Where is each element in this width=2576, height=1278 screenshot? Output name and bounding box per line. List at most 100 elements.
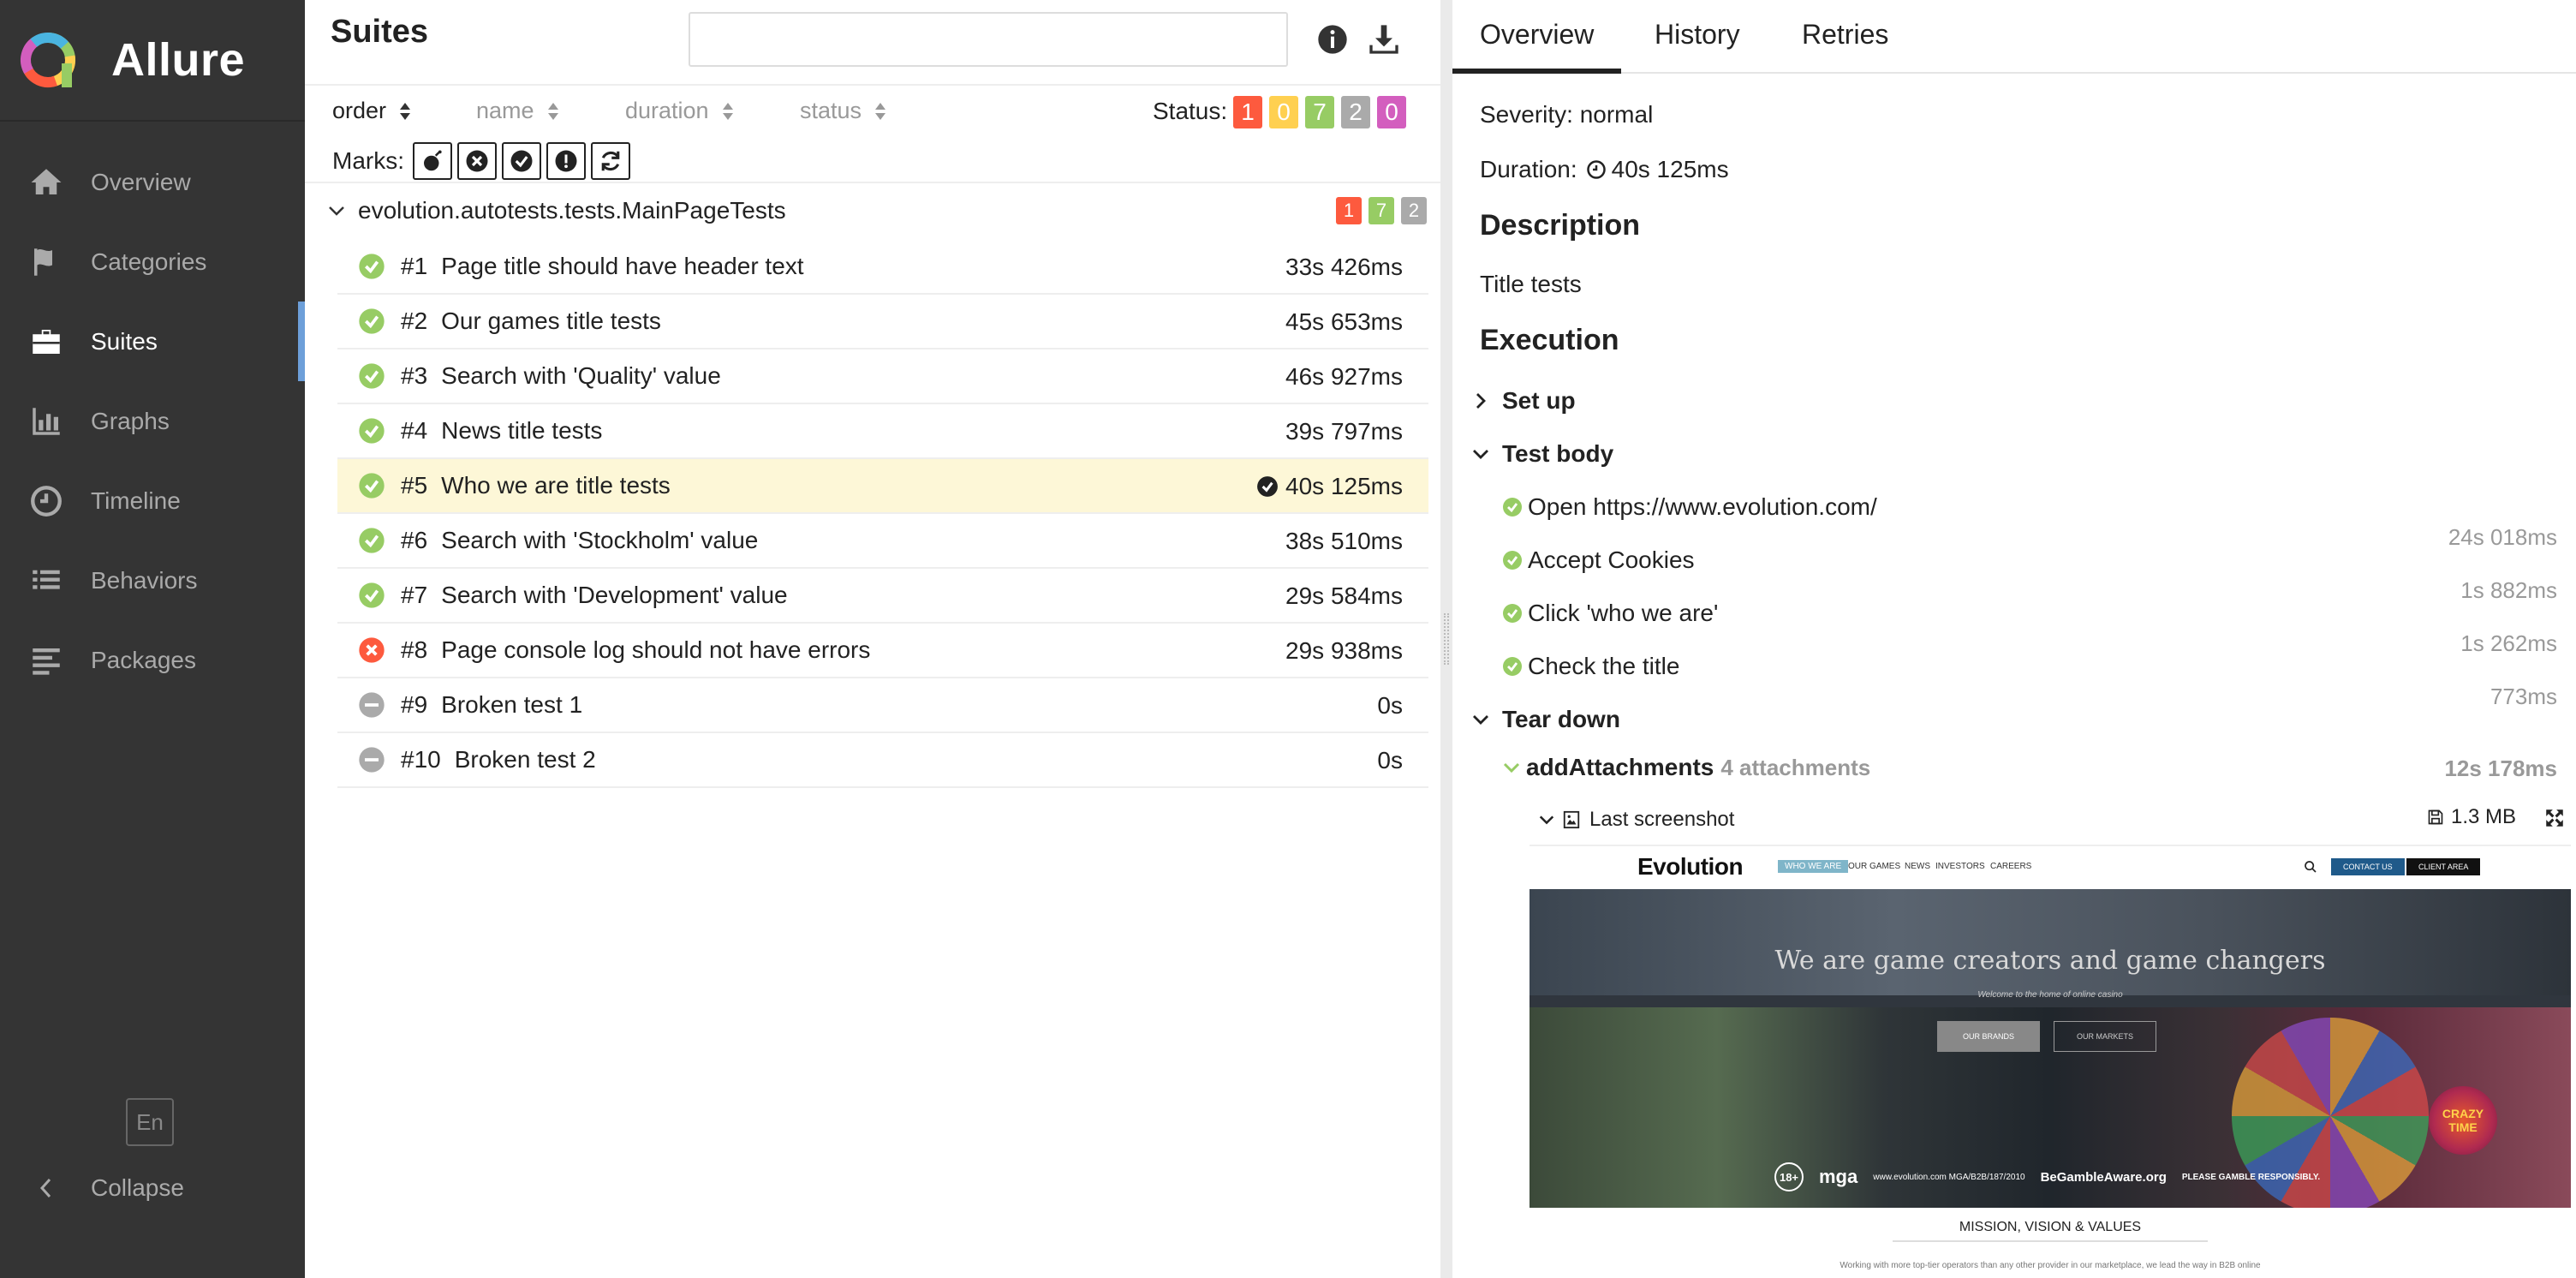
embedded-nav-link: INVESTORS [1935,862,1985,871]
test-name: Search with 'Quality' value [441,362,721,389]
sort-arrows-icon [722,102,733,120]
test-row[interactable]: #9 Broken test 1 0s [337,678,1428,733]
brand[interactable]: Allure [0,0,305,122]
embedded-badges: 18+ mga www.evolution.com MGA/B2B/187/20… [1774,1160,2335,1194]
status-failed-toggle[interactable]: 1 [1233,96,1262,128]
test-number: #10 [401,746,441,773]
test-row[interactable]: #6 Search with 'Stockholm' value 38s 510… [337,514,1428,569]
description-heading: Description [1480,209,1641,242]
status-skipped-toggle[interactable]: 2 [1341,96,1370,128]
test-row[interactable]: #10 Broken test 2 0s [337,733,1428,788]
sort-status[interactable]: status [800,98,887,124]
description-text: Title tests [1480,271,1582,297]
embedded-client-button: CLIENT AREA [2406,858,2481,875]
sidebar-item-timeline[interactable]: Timeline [0,461,305,540]
test-number: #4 [401,417,428,444]
tab-retries[interactable]: Retries [1802,19,1888,51]
step-row[interactable]: Open https://www.evolution.com/ [1502,493,1877,521]
suite-name: evolution.autotests.tests.MainPageTests [358,197,786,224]
embedded-site-nav: Evolution WHO WE ARE OUR GAMES NEWS INVE… [1530,846,2571,887]
sort-order[interactable]: order [332,98,412,124]
tear-down-section[interactable]: Tear down [1471,706,1620,733]
test-name: Search with 'Stockholm' value [441,527,759,553]
passed-status-icon [359,254,385,279]
sidebar-item-packages[interactable]: Packages [0,620,305,700]
embedded-mission-heading: MISSION, VISION & VALUES [1959,1220,2142,1234]
embedded-nav-link: OUR GAMES [1848,862,1901,871]
passed-status-icon [359,308,385,334]
test-duration: 29s 584ms [1285,582,1403,609]
embedded-brands-button: OUR BRANDS [1937,1021,2040,1052]
test-row-selected[interactable]: #5 Who we are title tests 40s 125ms [337,459,1428,514]
test-duration: 29s 938ms [1285,637,1403,664]
home-icon [27,164,65,201]
status-broken-toggle[interactable]: 0 [1269,96,1298,128]
tab-overview[interactable]: Overview [1452,19,1622,74]
search-input[interactable] [689,12,1288,67]
test-number: #8 [401,636,428,663]
page-title: Suites [331,14,429,50]
step-row[interactable]: Accept Cookies [1502,546,1695,574]
mark-passed-button[interactable] [502,142,541,180]
attachment-step-time: 12s 178ms [2444,755,2557,781]
sidebar-item-suites[interactable]: Suites [0,302,305,381]
sort-arrows-icon [547,102,558,120]
mark-retries-button[interactable] [591,142,630,180]
skipped-status-icon [359,747,385,773]
test-duration: 46s 927ms [1285,363,1403,390]
test-number: #1 [401,253,428,279]
briefcase-icon [27,323,65,361]
panel-resize-handle[interactable] [1440,0,1452,1278]
test-row[interactable]: #2 Our games title tests 45s 653ms [337,295,1428,349]
attachment-step-row[interactable]: addAttachments 4 attachments [1502,754,2562,781]
chevron-down-icon [1473,450,1488,459]
step-name: Click 'who we are' [1528,600,1719,626]
passed-status-icon [1503,498,1522,517]
collapse-button[interactable]: Collapse [27,1167,184,1209]
test-number: #3 [401,362,428,389]
step-row[interactable]: Click 'who we are' [1502,600,1718,627]
screenshot-size: 1.3 MB [2450,805,2516,828]
embedded-contact-button: CONTACT US [2331,858,2405,875]
embedded-nav-link: CAREERS [1990,862,2032,871]
mark-flaky-button[interactable] [546,142,586,180]
details-tabs: Overview History Retries [1452,0,2576,74]
sidebar-item-behaviors[interactable]: Behaviors [0,540,305,620]
setup-section[interactable]: Set up [1471,387,1576,415]
status-unknown-toggle[interactable]: 0 [1377,96,1406,128]
step-row[interactable]: Check the title [1502,653,1679,680]
language-button[interactable]: En [126,1098,174,1146]
mark-failed-button[interactable] [457,142,497,180]
divider [1893,1240,2208,1242]
sidebar-item-categories[interactable]: Categories [0,222,305,302]
screenshot-preview[interactable]: Evolution WHO WE ARE OUR GAMES NEWS INVE… [1530,845,2571,1278]
chevron-down-icon [1503,762,1520,773]
test-row[interactable]: #8 Page console log should not have erro… [337,624,1428,678]
test-row[interactable]: #4 News title tests 39s 797ms [337,404,1428,459]
screenshot-size-row: 1.3 MB [2427,805,2516,829]
mark-new-failed-button[interactable] [413,142,452,180]
expand-icon[interactable] [2543,807,2566,829]
test-number: #2 [401,308,428,334]
test-row[interactable]: #7 Search with 'Development' value 29s 5… [337,569,1428,624]
screenshot-attachment-row[interactable]: Last screenshot [1538,805,2566,834]
test-row[interactable]: #3 Search with 'Quality' value 46s 927ms [337,349,1428,404]
sidebar-item-graphs[interactable]: Graphs [0,381,305,461]
info-icon[interactable] [1315,22,1350,57]
test-row[interactable]: #1 Page title should have header text 33… [337,240,1428,295]
chevron-down-icon [1473,715,1488,725]
embedded-markets-button: OUR MARKETS [2054,1021,2156,1052]
sidebar-item-label: Overview [91,168,191,195]
sidebar-item-label: Packages [91,646,196,673]
test-duration: 0s [1377,747,1403,773]
sort-name[interactable]: name [476,98,560,124]
tab-history[interactable]: History [1655,19,1740,51]
sort-duration[interactable]: duration [625,98,735,124]
sidebar-item-overview[interactable]: Overview [0,142,305,222]
suite-group-row[interactable]: evolution.autotests.tests.MainPageTests … [325,187,1430,235]
download-icon[interactable] [1367,22,1401,57]
test-body-section[interactable]: Test body [1471,440,1613,468]
embedded-nav-link: WHO WE ARE [1778,860,1849,873]
test-list: #1 Page title should have header text 33… [337,240,1428,788]
status-passed-toggle[interactable]: 7 [1305,96,1334,128]
